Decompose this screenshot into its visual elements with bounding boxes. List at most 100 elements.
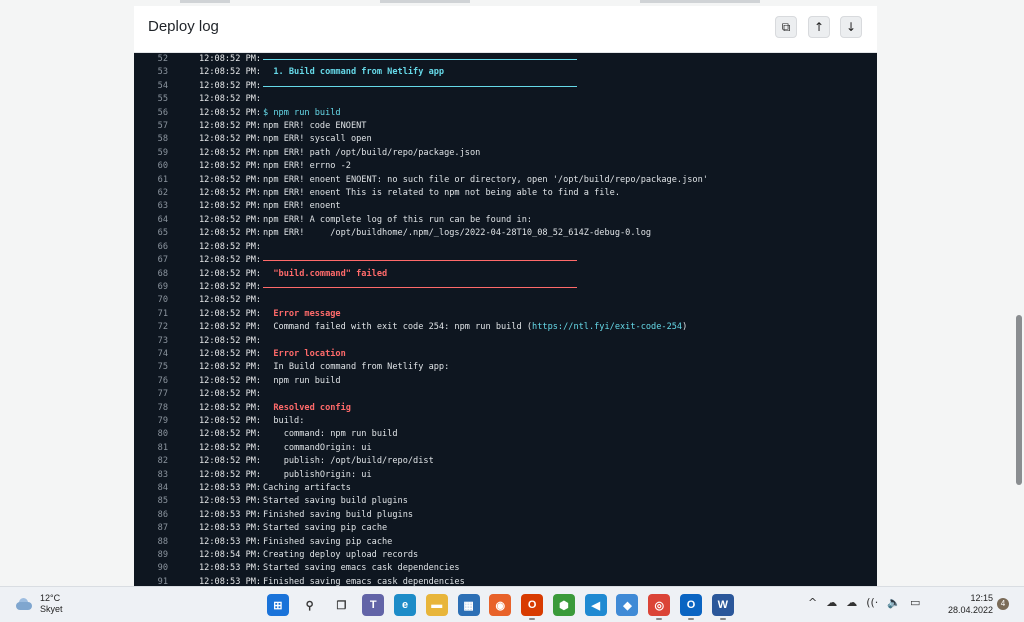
taskbar-app-green-icon[interactable]: ⬢: [552, 594, 575, 616]
log-line-number: 52: [157, 54, 168, 64]
taskbar-outlook-icon[interactable]: O: [680, 594, 703, 620]
log-text-segment: ): [682, 322, 688, 333]
page-scrollbar[interactable]: [1016, 315, 1022, 485]
taskbar-apps: ⊞ ⚲ ❐ Te ▬ ▦ ◉ O ⬢ ◀ ◆ ◎ O W: [262, 592, 739, 620]
log-line-number: 87: [157, 523, 168, 534]
log-timestamp: 12:08:52 PM:: [199, 174, 262, 185]
log-text: In Build command from Netlify app:: [263, 361, 449, 374]
log-line: 67 12:08:52 PM:: [134, 254, 877, 267]
taskbar-office-icon[interactable]: O: [521, 594, 544, 620]
log-line: 61 12:08:52 PM: npm ERR! enoent ENOENT: no…: [134, 174, 877, 187]
log-text: Finished saving emacs cask dependencies: [263, 576, 465, 586]
log-timestamp: 12:08:52 PM:: [199, 54, 262, 64]
volume-icon[interactable]: 🔈: [887, 596, 901, 609]
taskbar-search-icon[interactable]: ⚲: [299, 594, 321, 616]
weather-widget[interactable]: 12°C Skyet: [14, 593, 63, 615]
log-timestamp: 12:08:54 PM:: [199, 550, 262, 561]
copy-log-button[interactable]: ⧉: [775, 16, 797, 38]
log-text: npm run build: [263, 375, 341, 388]
log-timestamp: 12:08:52 PM:: [199, 362, 262, 373]
log-timestamp: 12:08:52 PM:: [199, 322, 262, 333]
log-line: 56 12:08:52 PM: $ npm run build: [134, 107, 877, 120]
log-timestamp: 12:08:53 PM:: [199, 523, 262, 534]
log-line: 69 12:08:52 PM:: [134, 281, 877, 294]
notification-badge[interactable]: 4: [997, 598, 1009, 610]
cloud-sync-icon[interactable]: ☁: [846, 596, 857, 609]
log-line-number: 63: [157, 201, 168, 212]
deploy-log-output[interactable]: 52 12:08:52 PM: 53 12:08:52 PM: 1. Build co…: [134, 53, 877, 586]
log-line: 72 12:08:52 PM: Command failed with exit …: [134, 321, 877, 334]
log-line: 89 12:08:54 PM: Creating deploy upload rec…: [134, 549, 877, 562]
taskbar-teams-icon[interactable]: T: [362, 594, 385, 616]
clock-time: 12:15: [970, 593, 993, 603]
scroll-to-top-button[interactable]: ↑: [808, 16, 830, 38]
log-line: 81 12:08:52 PM: commandOrigin: ui: [134, 442, 877, 455]
log-line: 71 12:08:52 PM: Error message: [134, 308, 877, 321]
log-line: 59 12:08:52 PM: npm ERR! path /opt/build/r…: [134, 147, 877, 160]
exit-code-link[interactable]: https://ntl.fyi/exit-code-254: [532, 322, 682, 332]
log-timestamp: 12:08:52 PM:: [199, 375, 262, 386]
log-lines: 52 12:08:52 PM: 53 12:08:52 PM: 1. Build co…: [134, 53, 877, 586]
log-text-segment: npm ERR! path /opt/build/repo/package.js…: [263, 147, 481, 158]
scroll-to-bottom-button[interactable]: ↓: [840, 16, 862, 38]
log-timestamp: 12:08:52 PM:: [199, 94, 262, 105]
log-line-number: 83: [157, 469, 168, 480]
log-line: 70 12:08:52 PM:: [134, 294, 877, 307]
log-line-number: 62: [157, 188, 168, 199]
weather-condition: Skyet: [40, 604, 63, 614]
log-text-segment: npm run build: [263, 375, 341, 386]
log-line-number: 61: [157, 174, 168, 185]
log-text: publishOrigin: ui: [263, 469, 372, 482]
log-text: npm ERR! syscall open: [263, 133, 372, 146]
log-line: 58 12:08:52 PM: npm ERR! syscall open: [134, 133, 877, 146]
log-text: build:: [263, 415, 304, 428]
log-text: publish: /opt/build/repo/dist: [263, 455, 434, 468]
log-text: npm ERR! enoent ENOENT: no such file or …: [263, 174, 708, 187]
log-text: npm ERR! errno -2: [263, 160, 351, 173]
log-text-segment: Started saving emacs cask dependencies: [263, 563, 460, 574]
taskbar-word-icon[interactable]: W: [711, 594, 734, 620]
show-hidden-icons-icon[interactable]: ^: [808, 596, 817, 609]
log-text-segment: "build.command" failed: [263, 268, 388, 279]
wifi-icon[interactable]: ((·: [866, 596, 878, 609]
log-line-number: 74: [157, 348, 168, 359]
log-timestamp: 12:08:52 PM:: [199, 188, 262, 199]
copy-icon: ⧉: [781, 19, 791, 34]
log-line: 53 12:08:52 PM: 1. Build command from Net…: [134, 66, 877, 79]
log-text: npm ERR! code ENOENT: [263, 120, 366, 133]
log-text: Error location: [263, 348, 345, 361]
log-timestamp: 12:08:52 PM:: [199, 161, 262, 172]
log-text: npm ERR! A complete log of this run can …: [263, 214, 532, 227]
battery-icon[interactable]: ▭: [910, 596, 920, 609]
windows-taskbar: 12°C Skyet ⊞ ⚲ ❐ Te ▬ ▦ ◉ O ⬢ ◀ ◆ ◎ O W ^ ☁ ☁ ((· 🔈 ▭ 12:1…: [0, 586, 1024, 622]
log-text-segment: publishOrigin: ui: [263, 469, 372, 480]
log-timestamp: 12:08:52 PM:: [199, 241, 262, 252]
log-timestamp: 12:08:52 PM:: [199, 335, 262, 346]
log-text: npm ERR! enoent This is related to npm n…: [263, 187, 620, 200]
taskbar-edge-icon[interactable]: e: [394, 594, 417, 616]
taskbar-store-icon[interactable]: ▦: [457, 594, 480, 616]
taskbar-windows-start-icon[interactable]: ⊞: [266, 594, 289, 616]
log-text: 1. Build command from Netlify app: [263, 66, 444, 79]
taskbar-chrome-icon[interactable]: ◎: [648, 594, 671, 620]
taskbar-vscode-icon[interactable]: ◀: [584, 594, 607, 616]
taskbar-firefox-icon[interactable]: ◉: [489, 594, 512, 616]
log-line-number: 80: [157, 429, 168, 440]
taskbar-clock[interactable]: 12:15 28.04.2022: [937, 592, 993, 616]
arrow-up-icon: ↑: [813, 20, 825, 34]
log-timestamp: 12:08:53 PM:: [199, 536, 262, 547]
onedrive-icon[interactable]: ☁: [826, 596, 837, 609]
log-text: npm ERR! /opt/buildhome/.npm/_logs/2022-…: [263, 227, 651, 240]
log-timestamp: 12:08:52 PM:: [199, 67, 262, 78]
log-text-segment: command: npm run build: [263, 429, 398, 440]
taskbar-file-explorer-icon[interactable]: ▬: [425, 594, 448, 616]
taskbar-app-shape-icon[interactable]: ◆: [616, 594, 639, 616]
log-separator: [263, 286, 577, 288]
taskbar-task-view-icon[interactable]: ❐: [330, 594, 352, 616]
log-line-number: 69: [157, 281, 168, 292]
log-text: Started saving pip cache: [263, 522, 387, 535]
log-line-number: 85: [157, 496, 168, 507]
log-line: 85 12:08:53 PM: Started saving build plugi…: [134, 495, 877, 508]
log-line-number: 55: [157, 94, 168, 105]
log-text: Creating deploy upload records: [263, 549, 418, 562]
